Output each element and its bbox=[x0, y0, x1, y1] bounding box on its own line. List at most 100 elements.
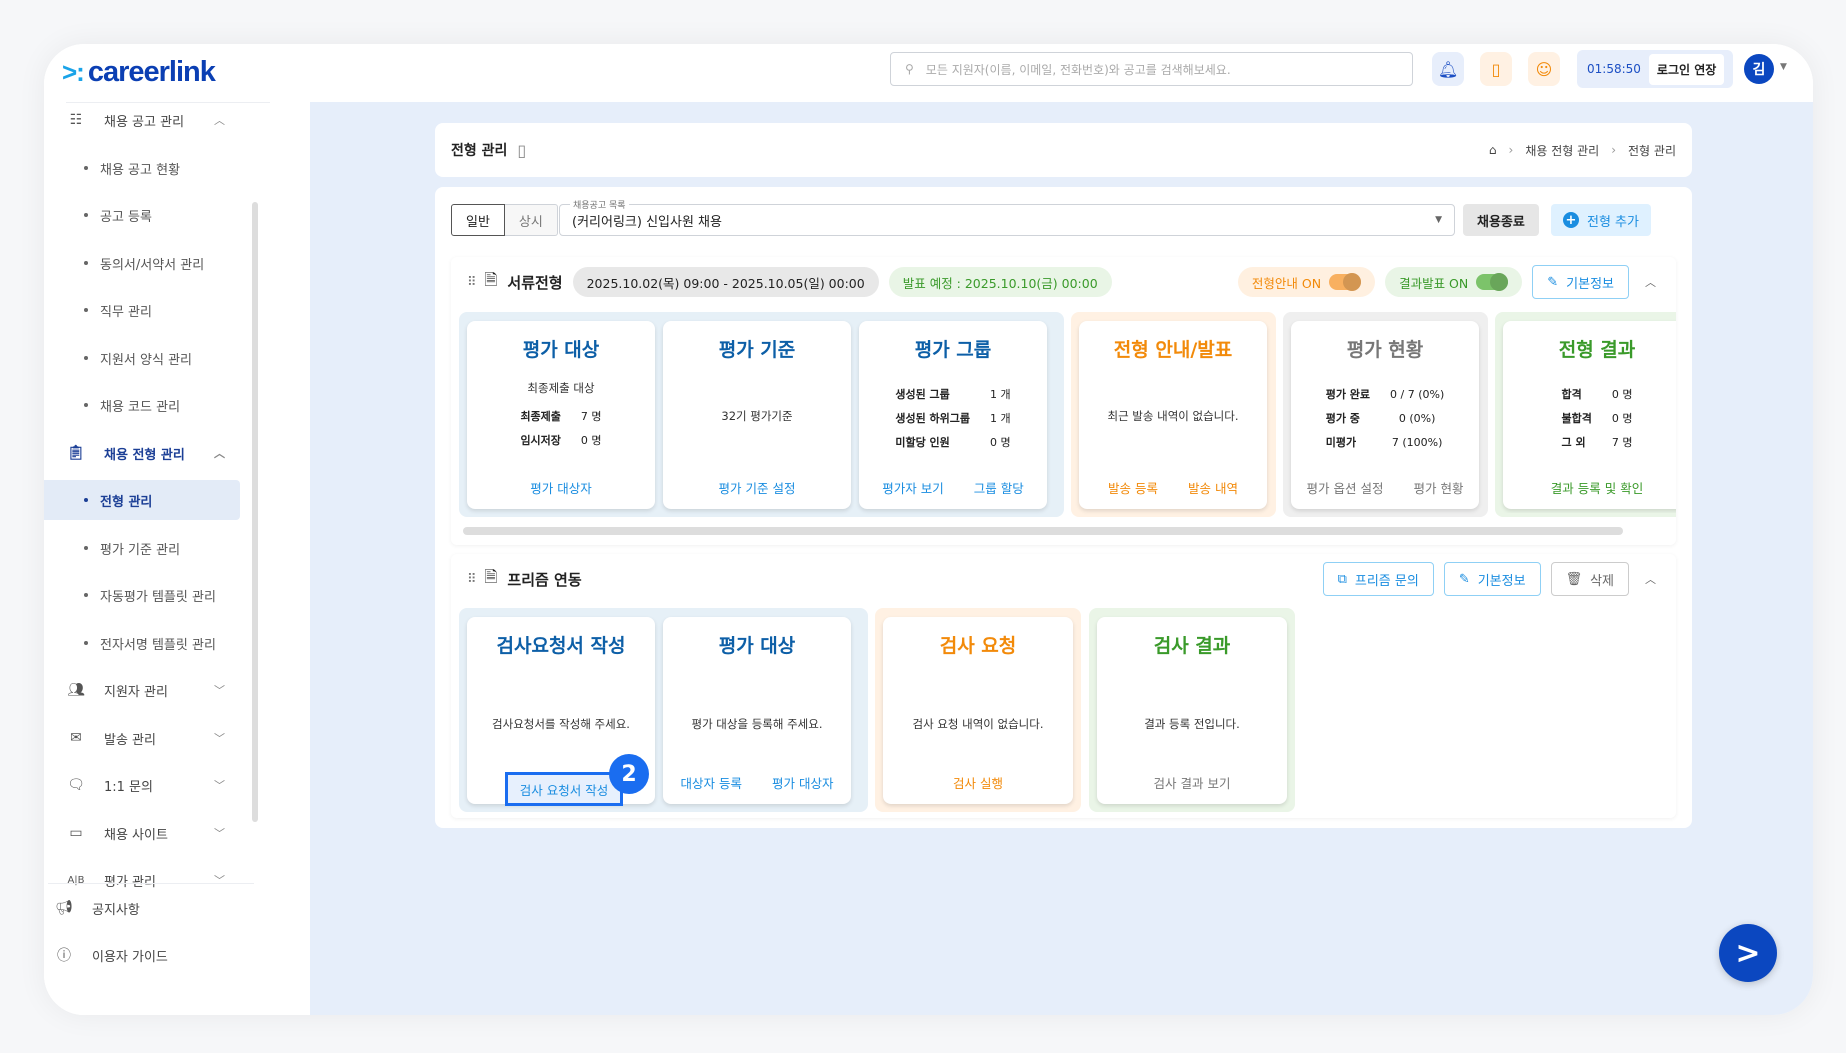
stat-value: 0 명 bbox=[1611, 388, 1633, 401]
label: 지원서 양식 관리 bbox=[100, 352, 192, 368]
basic-info-button[interactable]: ✎ 기본정보 bbox=[1532, 265, 1629, 299]
stat-label: 그 외 bbox=[1561, 436, 1586, 449]
basic-info-button[interactable]: ✎ 기본정보 bbox=[1443, 562, 1541, 596]
card-desc: 검사요청서를 작성해 주세요. bbox=[492, 717, 630, 731]
card-desc: 평가 대상을 등록해 주세요. bbox=[691, 717, 823, 731]
result-register-link[interactable]: 결과 등록 및 확인 bbox=[1551, 478, 1643, 497]
stage-name: 서류전형 bbox=[507, 273, 563, 292]
page-header: 전형 관리 ▯ ⌂ › 채용 전형 관리 › 전형 관리 bbox=[435, 123, 1692, 177]
chat-assistant-button[interactable]: > bbox=[1719, 924, 1777, 982]
view-result-link[interactable]: 검사 결과 보기 bbox=[1154, 773, 1231, 792]
assign-group-link[interactable]: 그룹 할당 bbox=[974, 478, 1024, 497]
card-test-request: 검사 요청 검사 요청 내역이 없습니다. 검사 실행 bbox=[883, 617, 1073, 804]
register-target-link[interactable]: 대상자 등록 bbox=[681, 773, 742, 792]
view-evaluators-link[interactable]: 평가자 보기 bbox=[882, 478, 943, 497]
sidebar-item-active[interactable]: 전형 관리 bbox=[44, 480, 240, 520]
prism-inquiry-button[interactable]: ⧉ 프리즘 문의 bbox=[1322, 562, 1434, 596]
stat-value: 7 명 bbox=[1611, 436, 1633, 449]
card-desc: 32기 평가기준 bbox=[721, 409, 793, 423]
sidebar-notice[interactable]: 📢︎ 공지사항 bbox=[44, 888, 284, 928]
stat-value: 0 명 bbox=[990, 436, 1011, 449]
bookmark-icon[interactable]: ▯ bbox=[517, 141, 526, 160]
card-desc: 결과 등록 전입니다. bbox=[1144, 717, 1240, 731]
chevron-up-icon[interactable]: ︿ bbox=[1645, 571, 1656, 587]
sidebar-group-job-posting[interactable]: ☷ 채용 공고 관리 ︿ bbox=[44, 100, 284, 140]
card-title: 평가 현황 bbox=[1346, 339, 1424, 361]
sidebar-item[interactable]: 채용 공고 현황 bbox=[44, 148, 284, 188]
eval-options-link[interactable]: 평가 옵션 설정 bbox=[1307, 478, 1384, 497]
logo-text: careerlink bbox=[87, 56, 216, 88]
caret-down-icon[interactable]: ▼ bbox=[1780, 62, 1787, 72]
delete-button[interactable]: 🗑︎ 삭제 bbox=[1550, 562, 1629, 596]
card-stats: 최종제출 7 명 임시저장 0 명 bbox=[510, 404, 611, 452]
chevron-down-icon: ﹀ bbox=[214, 827, 225, 840]
eval-target-link[interactable]: 평가 대상자 bbox=[530, 478, 591, 497]
stat-label: 합격 bbox=[1561, 388, 1582, 401]
sidebar-group-applicants[interactable]: 👥︎ 지원자 관리 ﹀ bbox=[44, 670, 284, 710]
stage-header: ⠿ 🗎 서류전형 2025.10.02(목) 09:00 - 2025.10.0… bbox=[451, 257, 1676, 307]
sidebar-item[interactable]: 평가 기준 관리 bbox=[44, 528, 284, 568]
user-star-icon[interactable]: ☺ bbox=[1528, 52, 1560, 86]
document-ai-icon: 🗎 bbox=[484, 566, 498, 586]
card-test-result: 검사 결과 결과 등록 전입니다. 검사 결과 보기 bbox=[1097, 617, 1287, 804]
bell-icon[interactable]: 🔔︎ bbox=[1432, 52, 1464, 86]
sidebar-group-selection[interactable]: 📋︎ 채용 전형 관리 ︿ bbox=[44, 433, 284, 473]
avatar[interactable]: 김 bbox=[1744, 54, 1774, 84]
sidebar-item[interactable]: 자동평가 템플릿 관리 bbox=[44, 575, 284, 615]
toggle-switch[interactable] bbox=[1329, 274, 1362, 290]
run-test-link[interactable]: 검사 실행 bbox=[953, 773, 1003, 792]
eval-target-link[interactable]: 평가 대상자 bbox=[772, 773, 833, 792]
toggle-switch[interactable] bbox=[1476, 274, 1509, 290]
job-posting-select[interactable]: 채용공고 목록 (커리어링크) 신입사원 채용 ▼ bbox=[559, 198, 1455, 236]
sidebar-item[interactable]: 공고 등록 bbox=[44, 195, 284, 235]
send-history-link[interactable]: 발송 내역 bbox=[1188, 478, 1238, 497]
guide-toggle[interactable]: 전형안내 ON bbox=[1237, 267, 1376, 297]
search-placeholder: 모든 지원자(이름, 이메일, 전화번호)와 공고를 검색해보세요. bbox=[925, 62, 1231, 77]
breadcrumb-item[interactable]: 채용 전형 관리 bbox=[1525, 142, 1599, 159]
sidebar-item[interactable]: 직무 관리 bbox=[44, 290, 284, 330]
label: 평가 관리 bbox=[104, 874, 156, 890]
write-request-form-button[interactable]: 검사 요청서 작성 bbox=[505, 772, 623, 806]
stat-value: 1 개 bbox=[990, 412, 1011, 425]
search-input[interactable]: ⚲ 모든 지원자(이름, 이메일, 전화번호)와 공고를 검색해보세요. bbox=[890, 52, 1413, 86]
sidebar-group-mail[interactable]: ✉ 발송 관리 ﹀ bbox=[44, 718, 284, 758]
megaphone-icon: 📢︎ bbox=[55, 900, 73, 916]
label: 전형 관리 bbox=[100, 494, 153, 510]
card-announcement: 전형 안내/발표 최근 발송 내역이 없습니다. 발송 등록 발송 내역 bbox=[1079, 321, 1267, 509]
sidebar-group-site[interactable]: ▭ 채용 사이트 ﹀ bbox=[44, 813, 284, 853]
home-icon[interactable]: ⌂ bbox=[1489, 143, 1497, 157]
card-desc: 검사 요청 내역이 없습니다. bbox=[912, 717, 1044, 731]
tab-general[interactable]: 일반 bbox=[451, 204, 505, 236]
sidebar-scrollbar[interactable] bbox=[252, 202, 258, 822]
sidebar-guide[interactable]: ⓘ 이용자 가이드 bbox=[44, 935, 284, 975]
sidebar-group-inquiry[interactable]: 🗨︎ 1:1 문의 ﹀ bbox=[44, 765, 284, 805]
tab-regular[interactable]: 상시 bbox=[504, 204, 558, 236]
sidebar-item[interactable]: 지원서 양식 관리 bbox=[44, 338, 284, 378]
criteria-settings-link[interactable]: 평가 기준 설정 bbox=[719, 478, 796, 497]
stat-label: 미평가 bbox=[1325, 436, 1357, 449]
drag-handle-icon[interactable]: ⠿ bbox=[467, 572, 476, 587]
horizontal-scrollbar[interactable] bbox=[463, 527, 1623, 535]
card-stats: 평가 완료 0 / 7 (0%) 평가 중 0 (0%) 미평가 7 (100%) bbox=[1316, 382, 1455, 454]
app-window: >: careerlink ⚲ 모든 지원자(이름, 이메일, 전화번호)와 공고를… bbox=[44, 44, 1813, 1015]
send-register-link[interactable]: 발송 등록 bbox=[1108, 478, 1158, 497]
sidebar-item[interactable]: 전자서명 템플릿 관리 bbox=[44, 623, 284, 663]
stat-label: 불합격 bbox=[1561, 412, 1592, 425]
extend-login-button[interactable]: 로그인 연장 bbox=[1648, 53, 1725, 85]
eval-status-link[interactable]: 평가 현황 bbox=[1413, 478, 1463, 497]
drag-handle-icon[interactable]: ⠿ bbox=[467, 275, 476, 290]
stat-label: 최종제출 bbox=[520, 410, 561, 423]
list-icon: ☷ bbox=[69, 112, 83, 128]
select-value: (커리어링크) 신입사원 채용 bbox=[572, 214, 722, 230]
sidebar-item[interactable]: 채용 코드 관리 bbox=[44, 385, 284, 425]
end-recruitment-button[interactable]: 채용종료 bbox=[1463, 204, 1539, 236]
chevron-up-icon[interactable]: ︿ bbox=[1645, 274, 1656, 290]
sidebar-item[interactable]: 동의서/서약서 관리 bbox=[44, 243, 284, 283]
result-toggle[interactable]: 결과발표 ON bbox=[1385, 267, 1523, 297]
add-stage-button[interactable]: + 전형 추가 bbox=[1551, 204, 1651, 236]
logo[interactable]: >: careerlink bbox=[62, 56, 216, 89]
label: 발송 관리 bbox=[104, 732, 156, 748]
label: 지원자 관리 bbox=[104, 684, 168, 700]
bookmark-icon[interactable]: ▯ bbox=[1480, 52, 1512, 86]
label: 전형 추가 bbox=[1587, 214, 1639, 230]
